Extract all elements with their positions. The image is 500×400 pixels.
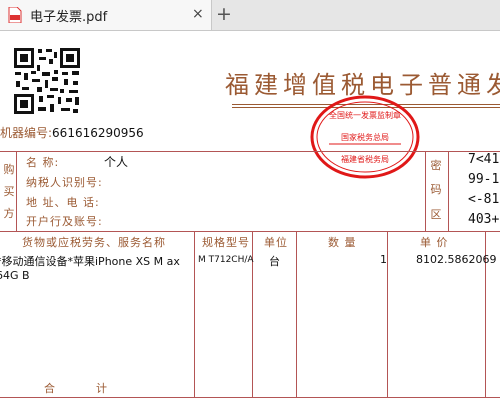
machine-number: 机器编号:661616290956 [0,124,144,141]
column-header-unit: 单位 [264,236,288,249]
cipher-line: 7<41 [468,152,500,167]
machine-number-label: 机器编号: [0,126,53,140]
invoice-table: 购 买 方 名 称: 个人 纳税人识别号: 地 址、电 话: 开户行及账号: 密… [0,151,500,400]
item-unit: 台 [269,255,280,268]
tab-title: 电子发票.pdf [30,10,108,25]
qr-code-icon [12,46,82,116]
pdf-file-icon [8,7,22,23]
table-rule [425,151,426,231]
new-tab-icon[interactable]: + [214,3,234,25]
document-tab[interactable]: 电子发票.pdf × [0,0,212,30]
column-header-price: 单 价 [420,236,449,249]
password-area-label-char: 码 [430,183,442,196]
total-label-char: 计 [96,382,107,395]
item-name-continued: 64G B [0,269,30,282]
password-area-label-char: 密 [430,159,442,172]
cipher-line: 99-1 [468,172,500,187]
buyer-label-char: 购 [3,163,15,176]
table-rule [16,151,17,231]
item-model: M T712CH/A [198,255,254,265]
column-header-quantity: 数 量 [328,236,357,249]
svg-text:全国统一发票监制章: 全国统一发票监制章 [329,110,401,120]
table-rule [0,397,500,398]
buyer-name-value: 个人 [104,155,129,169]
cipher-line: <-81 [468,192,500,207]
table-rule [448,151,449,231]
item-quantity: 1 [380,253,387,266]
cipher-line: 403+ [468,212,500,227]
pdf-viewer[interactable]: 机器编号:661616290956 福建增值税电子普通发票 全国统一发票监制章 … [0,31,500,400]
table-rule [0,231,500,232]
buyer-bank-label: 开户行及账号: [26,215,103,228]
password-area-label-char: 区 [430,208,442,221]
item-name: *移动通信设备*苹果iPhone XS M ax [0,255,180,268]
table-rule [387,231,388,397]
buyer-name-label: 名 称: [26,156,60,169]
table-rule [296,231,297,397]
buyer-address-label: 地 址、电 话: [26,196,100,209]
column-header-item: 货物或应税劳务、服务名称 [22,236,166,249]
item-price: 8102.5862069 [416,253,497,266]
close-tab-icon[interactable]: × [192,6,204,22]
column-header-model: 规格型号 [202,236,250,249]
buyer-label-char: 方 [3,207,15,220]
tab-bar: 电子发票.pdf × + [0,0,500,31]
svg-text:国家税务总局: 国家税务总局 [341,132,389,142]
machine-number-value: 661616290956 [52,126,144,140]
total-label-char: 合 [44,382,55,395]
table-rule [194,231,195,397]
buyer-label-char: 买 [3,185,15,198]
buyer-taxid-label: 纳税人识别号: [26,176,103,189]
